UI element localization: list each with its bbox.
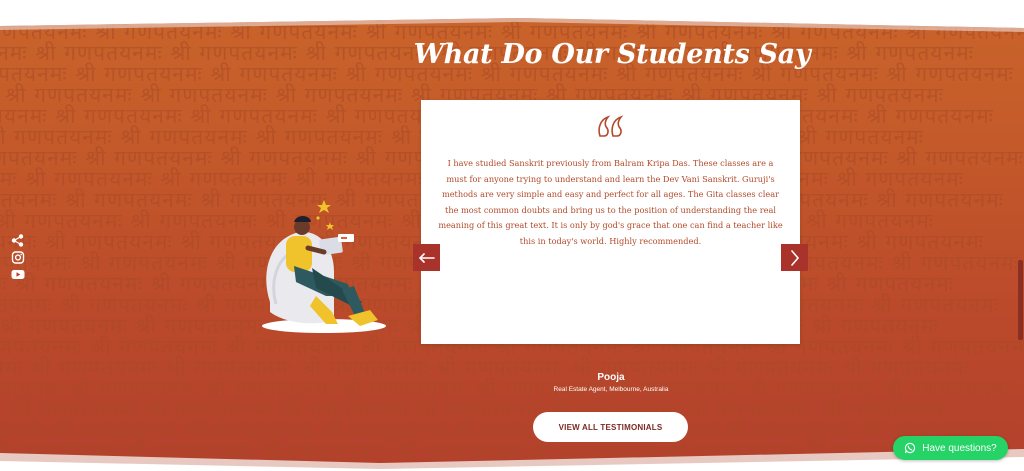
- student-reading-illustration: [262, 200, 386, 333]
- testimonial-quote: I have studied Sanskrit previously from …: [438, 158, 783, 246]
- pattern-row: श्री गणपतयनमः श्री गणपतयनमः श्री गणपतयनम…: [0, 419, 989, 443]
- share-icon[interactable]: [11, 234, 25, 247]
- bottom-wave-divider: [0, 449, 1024, 471]
- testimonial-author: Pooja: [597, 372, 625, 383]
- top-wave-divider: [0, 0, 1024, 32]
- quote-icon: [598, 115, 624, 137]
- youtube-icon[interactable]: [11, 268, 25, 281]
- pattern-row: श्री गणपतयनमः श्री गणपतयनमः श्री गणपतयनम…: [0, 398, 949, 422]
- next-testimonial-button[interactable]: [781, 244, 808, 271]
- page-title: What Do Our Students Say: [413, 38, 811, 70]
- prev-testimonial-button[interactable]: [413, 244, 440, 271]
- arrow-left-icon: [418, 252, 435, 263]
- pattern-row: श्री गणपतयनमः श्री गणपतयनमः श्री गणपतयनम…: [0, 377, 1009, 401]
- section-heading: What Do Our Students Say: [413, 34, 811, 74]
- testimonial-card: I have studied Sanskrit previously from …: [421, 100, 800, 344]
- pattern-row: श्री गणपतयनमः श्री गणपतयनमः श्री गणपतयनम…: [0, 356, 969, 380]
- chevron-right-icon: [790, 249, 799, 266]
- whatsapp-chat-button[interactable]: Have questions?: [893, 436, 1008, 460]
- testimonials-section: श्री गणपतयनमः श्री गणपतयनमः श्री गणपतयनम…: [0, 0, 1024, 471]
- testimonial-author-role: Real Estate Agent, Melbourne, Australia: [553, 386, 669, 393]
- scrollbar-thumb[interactable]: [1018, 260, 1023, 340]
- view-all-testimonials-button[interactable]: VIEW ALL TESTIMONIALS: [533, 412, 688, 442]
- chat-label: Have questions?: [922, 442, 997, 454]
- social-links: [10, 234, 26, 281]
- whatsapp-icon: [905, 442, 916, 454]
- instagram-icon[interactable]: [11, 251, 25, 264]
